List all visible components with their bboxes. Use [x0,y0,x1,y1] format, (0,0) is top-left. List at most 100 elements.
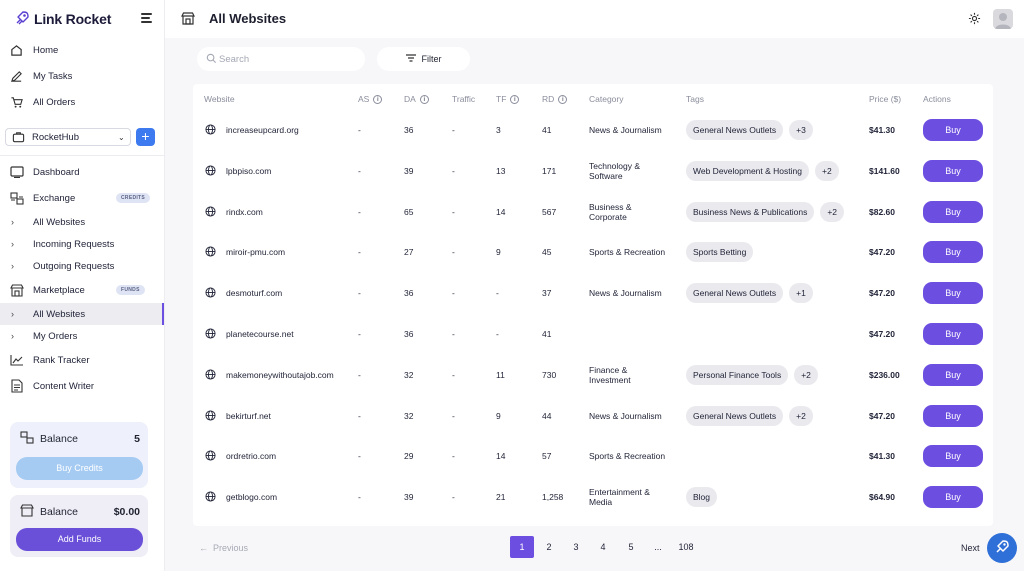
price-value: $47.20 [869,288,895,299]
table-row[interactable]: makemoneywithoutajob.com - 32 - 11 730 Finance… [193,355,993,395]
nav-all-orders[interactable]: All Orders [0,91,164,113]
table-row[interactable]: getblogo.com - 39 - 21 1,258 Entertainment & Me… [193,477,993,517]
table-row[interactable]: rindx.com - 65 - 14 567 Business & Corporate Bus… [193,192,993,232]
table-row[interactable]: bekirturf.net - 32 - 9 44 News & Journalism Gen… [193,396,993,436]
more-tags-chip[interactable]: +2 [789,405,813,426]
page-number-button[interactable]: 2 [537,536,561,558]
page-number-button[interactable]: 3 [564,536,588,558]
website-domain[interactable]: planetecourse.net [226,314,294,354]
column-header-price[interactable]: Price ($) [869,94,901,104]
nav-my-tasks[interactable]: My Tasks [0,65,164,87]
page-number-button[interactable]: 4 [591,536,615,558]
nav-dashboard[interactable]: Dashboard [0,161,164,183]
more-tags-chip[interactable]: +3 [789,120,813,140]
buy-button[interactable]: Buy [923,363,983,386]
website-domain[interactable]: getblogo.com [226,477,277,517]
search-input[interactable] [219,51,359,67]
buy-button[interactable]: Buy [923,159,983,182]
websites-table: Website AS i DA i Traffic TF i RD i Category… [193,84,993,526]
nav-incoming-requests[interactable]: › Incoming Requests [0,233,164,255]
table-row[interactable]: increaseupcard.org - 36 - 3 41 News & Journali… [193,110,993,150]
website-domain[interactable]: rindx.com [226,192,263,232]
website-domain[interactable]: makemoneywithoutajob.com [226,355,334,395]
funds-balance-card: Balance $0.00 Add Funds [10,495,148,557]
buy-button[interactable]: Buy [923,445,983,468]
da-value: 29 [404,451,414,462]
website-domain[interactable]: desmoturf.com [226,273,282,313]
info-icon[interactable]: i [558,94,568,104]
traffic-value: - [452,410,455,421]
page-number-button[interactable]: 108 [674,536,698,558]
column-header-tf[interactable]: TF i [496,94,520,104]
dashboard-icon [9,165,24,180]
buy-button[interactable]: Buy [923,200,983,223]
table-row[interactable]: miroir-pmu.com - 27 - 9 45 Sports & Recreation… [193,232,993,272]
nav-marketplace[interactable]: Marketplace FUNDS [0,279,164,301]
buy-button[interactable]: Buy [923,486,983,509]
next-page-button[interactable]: Next [961,543,980,553]
website-domain[interactable]: ordretrio.com [226,436,276,476]
website-domain[interactable]: lpbpiso.com [226,151,271,191]
table-row[interactable]: planetecourse.net - 36 - - 41 $47.20 Buy [193,314,993,354]
page-number-button[interactable]: 1 [510,536,534,558]
brand-logo[interactable]: Link Rocket [14,10,111,28]
workspace-select[interactable]: RocketHub ⌄ [5,128,131,146]
menu-toggle-icon[interactable] [141,13,152,23]
column-header-website[interactable]: Website [204,94,235,104]
buy-button[interactable]: Buy [923,282,983,305]
category-value: News & Journalism [589,410,662,421]
more-tags-chip[interactable]: +2 [820,201,845,222]
globe-icon [205,124,216,138]
website-domain[interactable]: miroir-pmu.com [226,232,285,272]
avatar[interactable] [993,9,1013,29]
rocket-help-button[interactable] [987,533,1017,563]
column-header-category[interactable]: Category [589,94,624,104]
buy-credits-button[interactable]: Buy Credits [16,457,143,480]
more-tags-chip[interactable]: +1 [789,283,813,304]
table-row[interactable]: lpbpiso.com - 39 - 13 171 Technology & Software… [193,151,993,191]
nav-outgoing-requests[interactable]: › Outgoing Requests [0,255,164,277]
buy-button[interactable]: Buy [923,241,983,264]
buy-button[interactable]: Buy [923,404,983,427]
buy-button[interactable]: Buy [923,323,983,345]
column-header-as[interactable]: AS i [358,94,383,104]
marketplace-icon [181,12,195,28]
nav-exchange[interactable]: Exchange CREDITS [0,187,164,209]
nav-label: Content Writer [33,380,95,392]
search-box[interactable] [197,47,365,71]
website-domain[interactable]: increaseupcard.org [226,110,299,150]
gear-icon[interactable] [968,12,981,28]
column-header-tags[interactable]: Tags [686,94,704,104]
nav-marketplace-all-websites[interactable]: › All Websites [0,303,164,325]
as-value: - [358,369,361,380]
more-tags-chip[interactable]: +2 [794,364,818,385]
buy-button[interactable]: Buy [923,119,983,141]
column-header-rd[interactable]: RD i [542,94,568,104]
info-icon[interactable]: i [419,94,429,104]
more-tags-chip[interactable]: +2 [814,160,839,181]
nav-content-writer[interactable]: Content Writer [0,375,164,397]
chevron-down-icon: ⌄ [118,132,125,142]
nav-rank-tracker[interactable]: Rank Tracker [0,349,164,371]
add-funds-button[interactable]: Add Funds [16,528,143,551]
globe-icon [205,450,216,464]
column-header-da[interactable]: DA i [404,94,429,104]
info-icon[interactable]: i [373,94,383,104]
filter-button[interactable]: Filter [377,47,470,71]
website-domain[interactable]: bekirturf.net [226,396,271,436]
page-number-button[interactable]: 5 [619,536,643,558]
nav-home[interactable]: Home [0,39,164,61]
previous-page-button[interactable]: ← Previous [199,543,248,553]
as-value: - [358,451,361,462]
info-icon[interactable]: i [510,94,520,104]
nav-my-orders[interactable]: › My Orders [0,325,164,347]
rd-value: 37 [542,288,552,299]
add-workspace-button[interactable]: + [136,128,155,146]
globe-icon [205,491,216,505]
table-row[interactable]: ordretrio.com - 29 - 14 57 Sports & Recreation… [193,436,993,476]
table-row[interactable]: desmoturf.com - 36 - - 37 News & Journalism Gen… [193,273,993,313]
tf-value: 21 [496,492,506,503]
nav-exchange-all-websites[interactable]: › All Websites [0,211,164,233]
column-header-traffic[interactable]: Traffic [452,94,475,104]
as-value: - [358,247,361,258]
